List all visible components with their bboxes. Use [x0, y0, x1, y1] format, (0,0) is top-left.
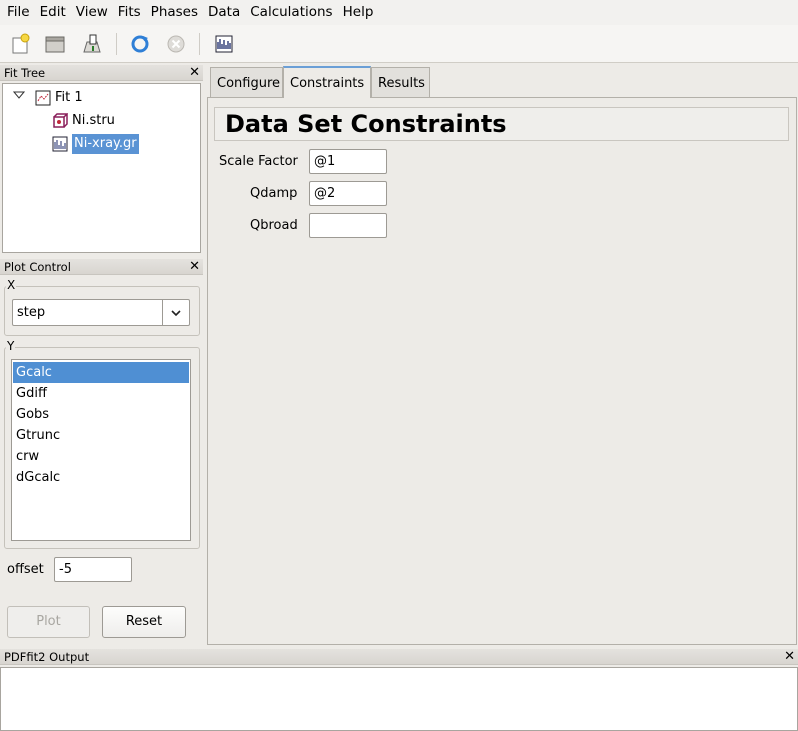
scale-factor-input[interactable]: @1 [309, 149, 387, 174]
output-title-bar: PDFfit2 Output ✕ [0, 649, 798, 665]
save-icon[interactable] [80, 32, 104, 56]
tab-configure[interactable]: Configure [210, 67, 283, 98]
menu-help[interactable]: Help [338, 0, 379, 25]
constraints-panel [207, 97, 797, 645]
scale-factor-label: Scale Factor [219, 154, 298, 169]
y-series-list[interactable]: Gcalc Gdiff Gobs Gtrunc crw dGcalc [11, 359, 191, 541]
fit-tree-title: Fit Tree [4, 66, 46, 80]
output-text-area[interactable] [0, 667, 798, 731]
new-project-icon[interactable] [9, 32, 33, 56]
fit-tree-title-bar: Fit Tree ✕ [0, 65, 203, 81]
list-item[interactable]: crw [13, 446, 189, 467]
offset-label: offset [7, 562, 44, 577]
toolbar-separator [116, 33, 117, 55]
y-label: Y [6, 339, 16, 353]
tab-constraints[interactable]: Constraints [283, 66, 371, 98]
plot-control-title: Plot Control [4, 260, 71, 274]
tree-item-structure[interactable]: Ni.stru [52, 111, 115, 131]
open-folder-icon[interactable] [43, 32, 67, 56]
structure-icon [52, 113, 68, 129]
menu-edit[interactable]: Edit [35, 0, 71, 25]
fit-tree: Fit 1 Ni.stru Ni-xray.gr [2, 83, 201, 253]
toolbar [0, 25, 798, 63]
menu-view[interactable]: View [71, 0, 113, 25]
tree-item-dataset[interactable]: Ni-xray.gr [52, 134, 139, 154]
tree-item-fit[interactable]: Fit 1 [12, 88, 83, 108]
x-label: X [6, 278, 17, 292]
menu-data[interactable]: Data [203, 0, 245, 25]
x-axis-select[interactable]: step [12, 299, 190, 326]
menu-file[interactable]: File [2, 0, 35, 25]
close-icon[interactable]: ✕ [189, 65, 200, 81]
menu-calculations[interactable]: Calculations [245, 0, 337, 25]
dataset-icon[interactable] [212, 32, 236, 56]
menu-fits[interactable]: Fits [113, 0, 146, 25]
close-icon[interactable]: ✕ [189, 259, 200, 275]
menu-bar: File Edit View Fits Phases Data Calculat… [0, 0, 798, 25]
tree-item-label: Ni.stru [72, 113, 115, 128]
tree-item-label: Ni-xray.gr [72, 134, 139, 154]
chevron-down-icon[interactable] [162, 300, 189, 325]
list-item[interactable]: Gobs [13, 404, 189, 425]
stop-icon[interactable] [164, 32, 188, 56]
dataset-icon [52, 136, 68, 152]
fit-icon [35, 90, 51, 106]
close-icon[interactable]: ✕ [784, 649, 795, 665]
refresh-icon[interactable] [128, 32, 152, 56]
list-item[interactable]: Gtrunc [13, 425, 189, 446]
qbroad-label: Qbroad [250, 218, 298, 233]
reset-button[interactable]: Reset [102, 606, 186, 638]
collapse-arrow-icon[interactable] [12, 88, 27, 108]
qbroad-input[interactable] [309, 213, 387, 238]
page-title: Data Set Constraints [214, 107, 789, 141]
toolbar-separator [199, 33, 200, 55]
list-item[interactable]: Gcalc [13, 362, 189, 383]
qdamp-label: Qdamp [250, 186, 298, 201]
plot-button[interactable]: Plot [7, 606, 90, 638]
output-title: PDFfit2 Output [4, 650, 90, 664]
tree-item-label: Fit 1 [55, 90, 83, 105]
tab-results[interactable]: Results [371, 67, 430, 98]
x-axis-value: step [17, 305, 46, 320]
menu-phases[interactable]: Phases [146, 0, 203, 25]
plot-control-title-bar: Plot Control ✕ [0, 259, 203, 275]
qdamp-input[interactable]: @2 [309, 181, 387, 206]
list-item[interactable]: dGcalc [13, 467, 189, 488]
offset-input[interactable]: -5 [54, 557, 132, 582]
list-item[interactable]: Gdiff [13, 383, 189, 404]
